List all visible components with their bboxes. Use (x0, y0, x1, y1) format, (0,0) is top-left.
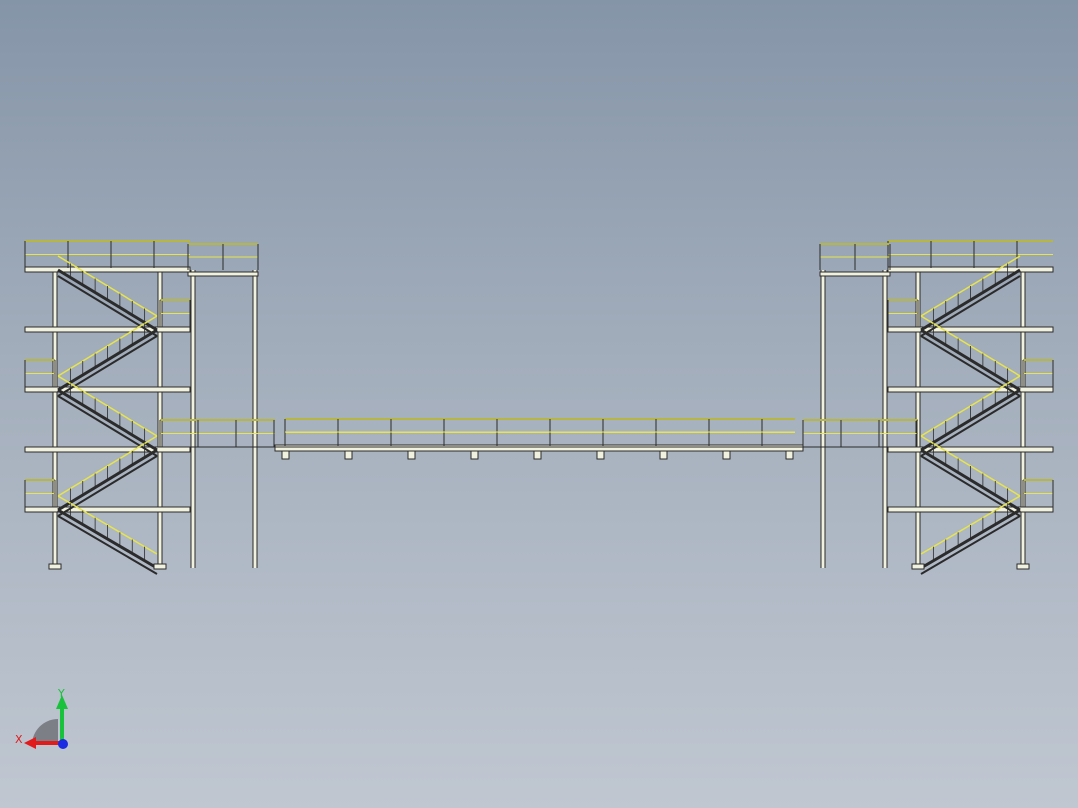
bridge-support-bracket (785, 450, 794, 460)
level-beam (887, 506, 1054, 513)
level-beam (887, 266, 1054, 273)
level-beam (24, 326, 191, 333)
level-beam (24, 266, 191, 273)
level-beam (24, 386, 191, 393)
bridge-support-bracket (596, 450, 605, 460)
bridge-support-bracket (533, 450, 542, 460)
z-axis-dot (58, 739, 68, 749)
level-beam (24, 506, 191, 513)
coordinate-triad: Y X (15, 687, 68, 749)
level-beam (887, 386, 1054, 393)
upper-beam (187, 271, 259, 277)
bridge-support-bracket (407, 450, 416, 460)
x-axis-arrowhead (24, 737, 36, 749)
bridge-deck (274, 444, 804, 452)
column-base (1016, 563, 1030, 570)
bridge-support-bracket (722, 450, 731, 460)
bridge-support-bracket (659, 450, 668, 460)
level-beam (887, 446, 1054, 453)
bridge-support-bracket (344, 450, 353, 460)
column-base (153, 563, 167, 570)
upper-beam (819, 271, 891, 277)
bridge-support-bracket (281, 450, 290, 460)
level-beam (887, 326, 1054, 333)
column-base (48, 563, 62, 570)
cad-model-viewport[interactable] (0, 0, 1078, 808)
walkway-structure-model (24, 240, 1054, 575)
bridge-support-bracket (470, 450, 479, 460)
y-axis-label: Y (57, 687, 65, 700)
column-base (911, 563, 925, 570)
level-beam (24, 446, 191, 453)
x-axis-label: X (15, 733, 23, 746)
